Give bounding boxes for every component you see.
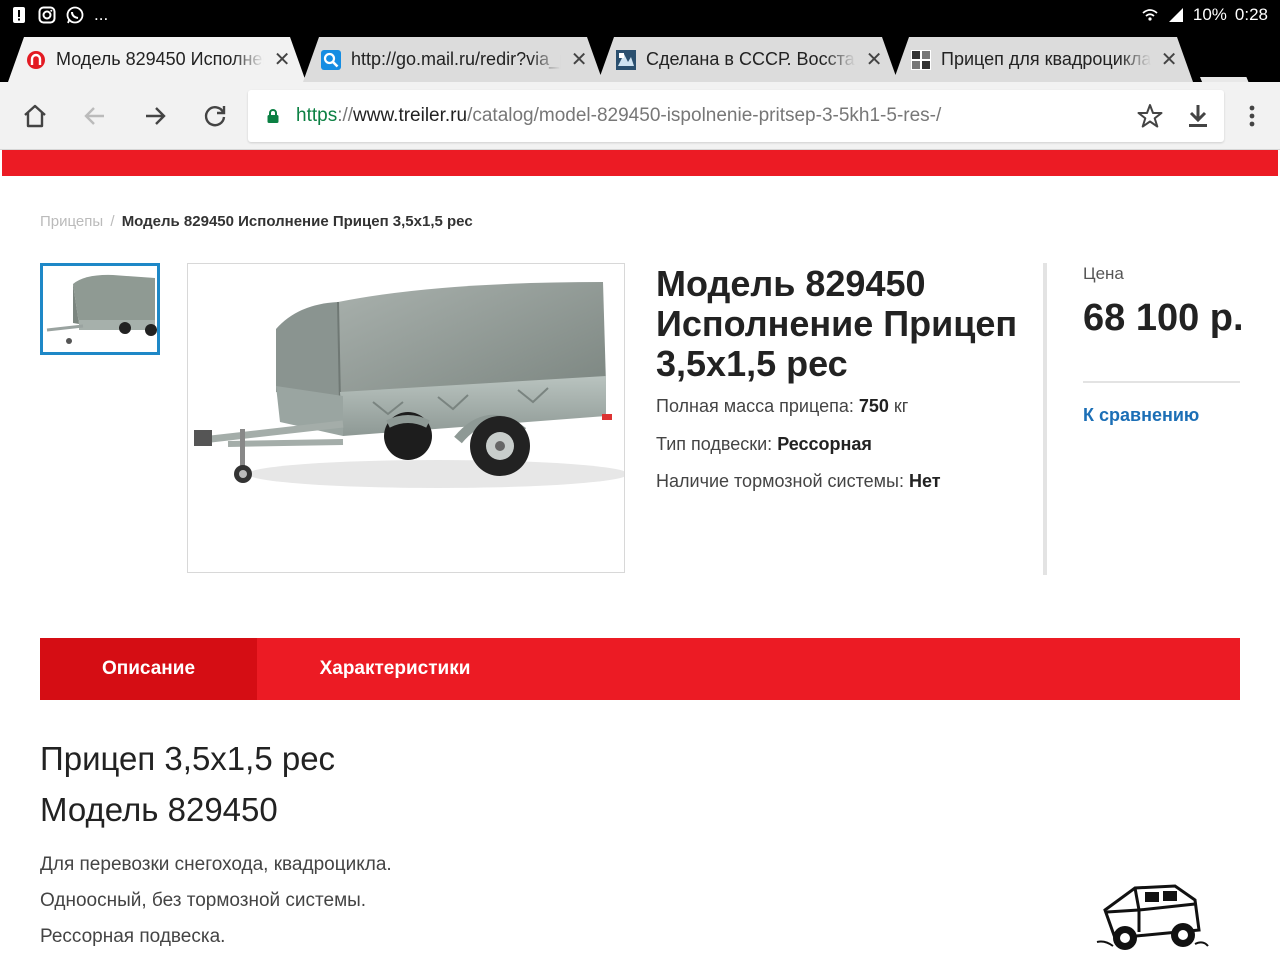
offroad-site-icon <box>911 49 931 70</box>
treiler-icon <box>27 50 45 69</box>
description-heading-line2: Модель 829450 <box>40 791 278 828</box>
product-thumbnail[interactable] <box>40 263 160 355</box>
property-value: 750 <box>858 396 889 416</box>
breadcrumb-link-trailers[interactable]: Прицепы <box>40 213 103 230</box>
url-scheme: https <box>296 105 338 126</box>
address-bar[interactable]: https://www.treiler.ru/catalog/model-829… <box>248 90 1224 142</box>
tab-mail-redirect[interactable]: http://go.mail.ru/redir?via_page=1 ✕ <box>303 37 603 82</box>
reload-button[interactable] <box>197 98 233 134</box>
price-divider <box>1083 381 1240 383</box>
arrow-left-icon <box>84 107 104 125</box>
wifi-icon <box>1142 9 1158 21</box>
property-row-suspension: Тип подвески: Рессорная <box>656 434 941 472</box>
battery-level: 10% <box>1192 5 1227 24</box>
property-label: Полная масса прицепа: <box>656 396 854 416</box>
property-label: Наличие тормозной системы: <box>656 471 904 491</box>
more-menu-icon[interactable] <box>1240 104 1264 128</box>
property-row-brakes: Наличие тормозной системы: Нет <box>656 471 941 509</box>
tab-specifications[interactable]: Характеристики <box>257 638 533 700</box>
description-line: Для перевозки снегохода, квадроцикла. <box>40 854 392 875</box>
add-to-compare-link[interactable]: К сравнению <box>1083 405 1199 426</box>
column-divider <box>1043 263 1047 575</box>
tab-ussr[interactable]: Сделана в СССР. Восстановление ✕ <box>598 37 898 82</box>
download-icon[interactable] <box>1184 102 1212 130</box>
breadcrumb-separator: / <box>110 213 115 230</box>
forward-button[interactable] <box>137 98 173 134</box>
instagram-icon <box>38 6 56 24</box>
home-button[interactable] <box>17 98 53 134</box>
whatsapp-icon <box>66 6 84 24</box>
status-bar: ... 10% 0:28 <box>0 0 1280 32</box>
arrow-right-icon <box>146 107 166 125</box>
url-text: https://www.treiler.ru/catalog/model-829… <box>296 105 941 127</box>
bookmark-star-icon[interactable] <box>1136 102 1164 130</box>
close-tab-icon[interactable]: ✕ <box>569 47 589 72</box>
product-tabs: Описание Характеристики <box>40 638 1240 700</box>
status-ellipsis: ... <box>94 5 109 24</box>
property-row-mass: Полная масса прицепа: 750 кг <box>656 396 941 434</box>
description-line: Рессорная подвеска. <box>40 926 226 947</box>
breadcrumb-current: Модель 829450 Исполнение Прицеп 3,5х1,5 … <box>121 213 473 230</box>
price-label: Цена <box>1083 264 1124 283</box>
close-tab-icon[interactable]: ✕ <box>272 47 292 72</box>
property-label: Тип подвески: <box>656 433 773 454</box>
lock-icon <box>267 109 279 123</box>
reload-icon <box>204 106 226 127</box>
product-title: Модель 829450 Исполнение Прицеп 3,5х1,5 … <box>656 263 1018 384</box>
tab-title: Модель 829450 Исполнение Прицеп 3,5х1,5 … <box>56 49 264 69</box>
signal-icon <box>1168 8 1183 22</box>
close-tab-icon[interactable]: ✕ <box>1159 47 1179 72</box>
tab-strip: Модель 829450 Исполнение Прицеп 3,5х1,5 … <box>0 32 1280 105</box>
alert-icon <box>13 7 25 23</box>
tab-title: Прицеп для квадроцикла, <box>941 49 1152 69</box>
property-value: Рессорная <box>777 433 872 454</box>
offroad-truck-logo-icon <box>1096 884 1209 950</box>
url-host: www.treiler.ru <box>353 105 468 126</box>
tab-title: http://go.mail.ru/redir?via_page=1 <box>351 49 561 69</box>
clock: 0:28 <box>1234 5 1268 24</box>
tab-treiler[interactable]: Модель 829450 Исполнение Прицеп 3,5х1,5 … <box>8 37 306 82</box>
breadcrumb: Прицепы / Модель 829450 Исполнение Прице… <box>40 213 473 230</box>
site-header-bar <box>2 150 1278 176</box>
product-main-image[interactable] <box>187 263 625 573</box>
property-unit: кг <box>893 396 909 416</box>
home-icon <box>24 104 46 128</box>
tab-offroad[interactable]: Прицеп для квадроцикла, ✕ <box>893 37 1193 82</box>
description-text: Для перевозки снегохода, квадроцикла. Од… <box>40 847 392 955</box>
back-button[interactable] <box>77 98 113 134</box>
trailer-photo <box>188 264 624 572</box>
trailer-thumbnail-image <box>43 266 157 352</box>
page-content: Прицепы / Модель 829450 Исполнение Прице… <box>0 150 1280 960</box>
url-separator: :// <box>337 105 354 126</box>
tab-description[interactable]: Описание <box>40 638 257 700</box>
browser-toolbar: https://www.treiler.ru/catalog/model-829… <box>0 82 1280 150</box>
price-value: 68 100 р. <box>1083 297 1244 339</box>
description-heading: Прицеп 3,5х1,5 рес Модель 829450 <box>40 733 335 835</box>
description-line: Одноосный, без тормозной системы. <box>40 890 367 911</box>
product-properties: Полная масса прицепа: 750 кг Тип подвеск… <box>656 396 941 509</box>
mail-search-icon <box>321 49 341 70</box>
description-heading-line1: Прицеп 3,5х1,5 рес <box>40 740 336 777</box>
close-tab-icon[interactable]: ✕ <box>864 47 884 72</box>
tab-title: Сделана в СССР. Восстановление <box>646 49 856 69</box>
ussr-site-icon <box>616 49 636 70</box>
property-value: Нет <box>908 471 941 491</box>
url-path: /catalog/model-829450-ispolnenie-pritsep… <box>467 105 942 126</box>
